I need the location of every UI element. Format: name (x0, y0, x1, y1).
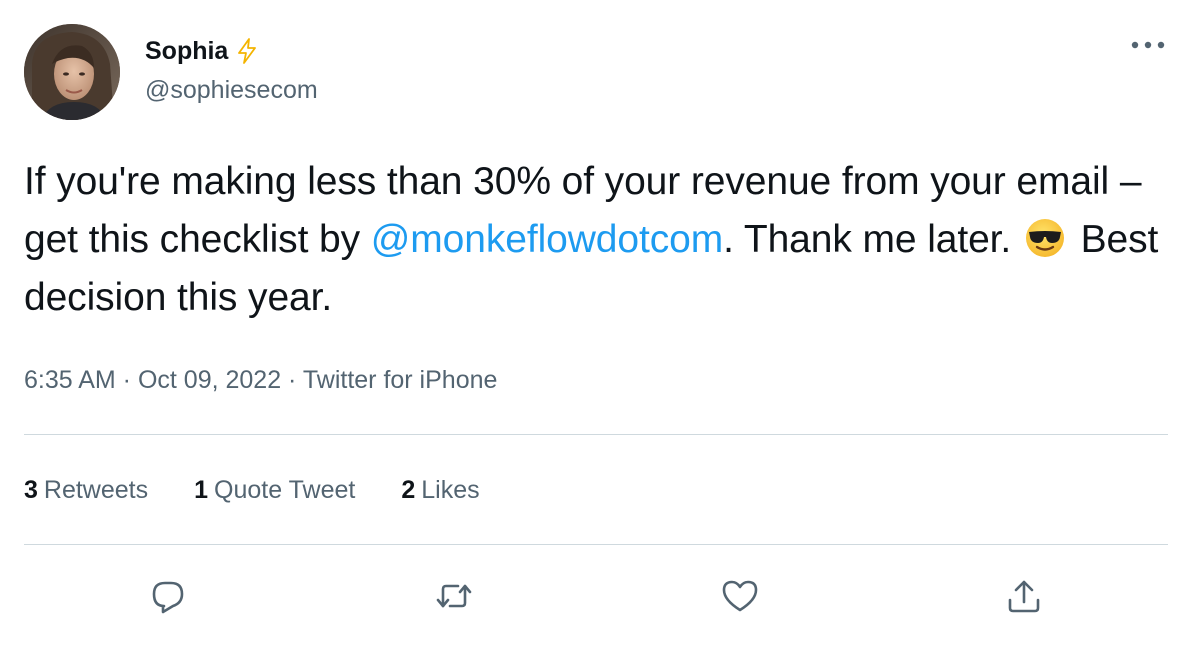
tweet-date[interactable]: Oct 09, 2022 (138, 366, 281, 394)
tweet-text: If you're making less than 30% of your r… (24, 153, 1164, 327)
name-row: Sophia (145, 33, 318, 69)
retweets-stat[interactable]: 3 Retweets (24, 476, 148, 505)
tweet-time[interactable]: 6:35 AM (24, 366, 116, 394)
share-icon (1008, 580, 1040, 613)
display-name[interactable]: Sophia (145, 37, 228, 66)
more-dots-icon (1131, 41, 1165, 49)
share-button[interactable] (1002, 574, 1046, 618)
sunglasses-emoji-icon (1024, 217, 1066, 259)
reply-icon (152, 581, 184, 614)
action-bar (0, 574, 1192, 618)
tweet-card: Sophia @sophiesecom If you're making les… (0, 0, 1192, 668)
mention-link[interactable]: @monkeflowdotcom (371, 218, 723, 261)
tweet-stats: 3 Retweets 1 Quote Tweet 2 Likes (24, 476, 526, 505)
likes-stat[interactable]: 2 Likes (401, 476, 479, 505)
retweets-label: Retweets (43, 476, 149, 504)
reply-button[interactable] (146, 574, 190, 618)
author-block: Sophia @sophiesecom (145, 33, 318, 105)
more-options-button[interactable] (1130, 30, 1166, 60)
tweet-source[interactable]: Twitter for iPhone (303, 366, 498, 394)
retweet-icon (436, 584, 472, 608)
divider (24, 434, 1168, 435)
retweet-button[interactable] (432, 574, 476, 618)
heart-icon (722, 580, 758, 612)
quotes-label: Quote Tweet (214, 476, 356, 504)
avatar[interactable] (24, 24, 120, 120)
likes-count: 2 (401, 476, 416, 504)
meta-separator: · (281, 366, 303, 394)
meta-separator: · (115, 366, 138, 394)
handle[interactable]: @sophiesecom (145, 76, 318, 105)
tweet-meta: 6:35 AM · Oct 09, 2022 · Twitter for iPh… (24, 366, 497, 395)
quote-tweets-stat[interactable]: 1 Quote Tweet (194, 476, 355, 505)
likes-label: Likes (421, 476, 480, 504)
quotes-count: 1 (194, 476, 209, 504)
tweet-text-part2: . Thank me later. (723, 218, 1022, 261)
like-button[interactable] (718, 574, 762, 618)
retweets-count: 3 (24, 476, 38, 504)
lightning-bolt-icon (236, 38, 258, 64)
avatar-photo (24, 24, 120, 120)
divider (24, 544, 1168, 545)
